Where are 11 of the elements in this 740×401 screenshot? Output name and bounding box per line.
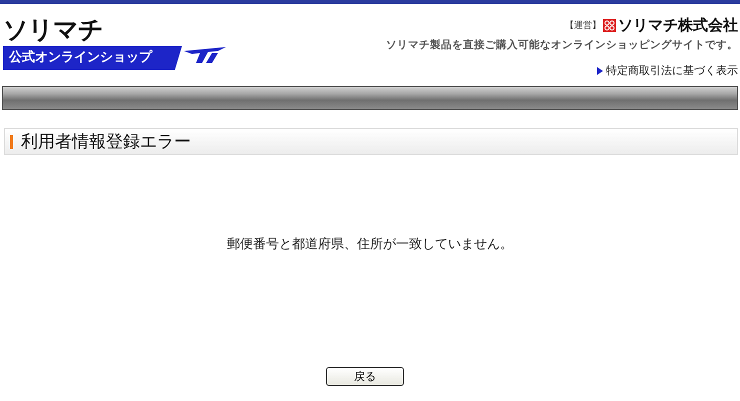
tagline: ソリマチ製品を直接ご購入可能なオンラインショッピングサイトです。 (386, 38, 738, 52)
logo-text: ソリマチ (3, 16, 104, 44)
legal-notice-link[interactable]: 特定商取引法に基づく表示 (606, 63, 738, 78)
company-name: ソリマチ株式会社 (618, 16, 738, 35)
error-message: 郵便番号と都道府県、住所が一致していません。 (226, 236, 514, 253)
page-title: 利用者情報登録エラー (21, 131, 191, 153)
arrow-icon (597, 66, 603, 74)
operator-label: 【運営】 (565, 20, 601, 32)
back-button[interactable]: 戻る (326, 367, 404, 386)
shop-banner: 公式オンラインショップ (3, 46, 182, 70)
company-logo-icon (603, 19, 616, 32)
